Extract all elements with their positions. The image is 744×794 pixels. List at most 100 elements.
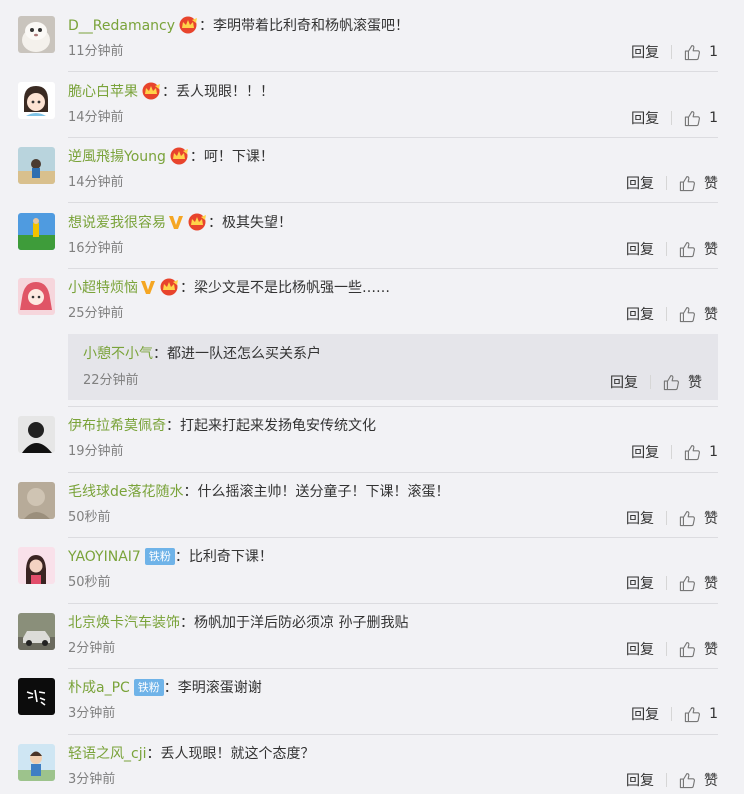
like-count: 1 [709, 110, 718, 126]
comment-time: 50秒前 [68, 575, 111, 590]
avatar[interactable] [18, 416, 55, 453]
fan-badge: 铁粉 [144, 548, 175, 565]
username-link[interactable]: 伊布拉希莫佩奇 [68, 418, 166, 434]
comment-text: ：丢人现眼！！！ [162, 84, 274, 100]
reply-button[interactable]: 回复 [626, 770, 654, 790]
reply-button[interactable]: 回复 [631, 442, 659, 462]
username-link[interactable]: 北京焕卡汽车装饰 [68, 615, 180, 631]
comment-text: ：李明带着比利奇和杨帆滚蛋吧！ [199, 18, 410, 34]
comment-divider [68, 137, 718, 138]
fan-badge: 铁粉 [133, 679, 164, 696]
thumbs-up-icon [679, 175, 695, 191]
action-divider [671, 45, 673, 59]
like-count: 赞 [688, 375, 702, 391]
comment-divider [68, 734, 718, 735]
comment-divider [68, 268, 718, 269]
username-link[interactable]: 朴成a_PC [68, 680, 130, 696]
comment-item: 脆心白苹果 ：丢人现眼！！！ 14分钟前 回复 1 [18, 82, 718, 132]
action-divider [671, 111, 673, 125]
crown-badge-icon [188, 213, 206, 231]
like-count: 赞 [704, 576, 718, 592]
avatar[interactable] [18, 613, 55, 650]
username-link[interactable]: YAOYINAI7 [68, 549, 141, 565]
avatar[interactable] [18, 16, 55, 53]
like-button[interactable]: 1 [684, 444, 718, 461]
reply-button[interactable]: 回复 [626, 173, 654, 193]
username-link[interactable]: 轻语之风_cji [68, 746, 146, 762]
avatar[interactable] [18, 213, 55, 250]
like-button[interactable]: 赞 [679, 508, 718, 528]
comment-item: 想说爱我很容易 ：极其失望！ 16分钟前 回复 赞 [18, 213, 718, 263]
comment-text: ：什么摇滚主帅！送分童子！下课！滚蛋！ [183, 484, 450, 500]
reply-button[interactable]: 回复 [631, 704, 659, 724]
avatar[interactable] [18, 744, 55, 781]
reply-button[interactable]: 回复 [626, 239, 654, 259]
like-button[interactable]: 赞 [679, 304, 718, 324]
like-button[interactable]: 赞 [679, 639, 718, 659]
reply-button[interactable]: 回复 [626, 304, 654, 324]
avatar[interactable] [18, 482, 55, 519]
vip-badge-icon [141, 281, 155, 294]
reply-button[interactable]: 回复 [626, 508, 654, 528]
comment-time: 14分钟前 [68, 175, 124, 190]
reply-button[interactable]: 回复 [631, 108, 659, 128]
username-link[interactable]: D__Redamancy [68, 18, 175, 34]
comment-text: ：梁少文是不是比杨帆强一些…… [180, 280, 390, 296]
reply-button[interactable]: 回复 [626, 639, 654, 659]
like-button[interactable]: 1 [684, 706, 718, 723]
thumbs-up-icon [684, 44, 701, 60]
comment-list: D__Redamancy ：李明带着比利奇和杨帆滚蛋吧！ 11分钟前 回复 1 脆… [0, 0, 744, 789]
comment-time: 22分钟前 [83, 373, 139, 388]
thumbs-up-icon [679, 641, 695, 657]
like-button[interactable]: 赞 [679, 573, 718, 593]
like-button[interactable]: 赞 [663, 372, 702, 392]
comment-divider [68, 406, 718, 407]
sub-reply: 小憩不小气：都进一队还怎么买关系户 22分钟前 回复 赞 [68, 334, 718, 400]
comment-time: 25分钟前 [68, 306, 124, 321]
username-link[interactable]: 逆風飛揚Young [68, 149, 166, 165]
crown-badge-icon [142, 82, 160, 100]
comment-item: 朴成a_PC 铁粉 ：李明滚蛋谢谢 3分钟前 回复 1 [18, 678, 718, 728]
like-button[interactable]: 1 [684, 44, 718, 61]
action-divider [671, 707, 673, 721]
like-button[interactable]: 赞 [679, 239, 718, 259]
comment-text: ：都进一队还怎么买关系户 [153, 346, 321, 362]
action-divider [650, 375, 651, 389]
reply-button[interactable]: 回复 [631, 42, 659, 62]
reply-button[interactable]: 回复 [626, 573, 654, 593]
like-count: 赞 [704, 176, 718, 192]
like-button[interactable]: 赞 [679, 173, 718, 193]
comment-time: 14分钟前 [68, 110, 124, 125]
reply-button[interactable]: 回复 [610, 372, 638, 392]
comment-divider [68, 71, 718, 72]
like-count: 1 [709, 444, 718, 460]
thumbs-up-icon [684, 444, 701, 460]
username-link[interactable]: 脆心白苹果 [68, 84, 138, 100]
username-link[interactable]: 小超特烦恼 [68, 280, 138, 296]
avatar[interactable] [18, 82, 55, 119]
comment-divider [68, 202, 718, 203]
comment-text: ：李明滚蛋谢谢 [163, 680, 262, 696]
avatar[interactable] [18, 147, 55, 184]
avatar[interactable] [18, 547, 55, 584]
avatar[interactable] [18, 278, 55, 315]
avatar[interactable] [18, 678, 55, 715]
crown-badge-icon [179, 16, 198, 34]
thumbs-up-icon [679, 241, 695, 257]
crown-badge-icon [160, 278, 178, 296]
comment-item: YAOYINAI7 铁粉 ：比利奇下课！ 50秒前 回复 赞 [18, 547, 718, 597]
action-divider [666, 176, 667, 190]
username-link[interactable]: 想说爱我很容易 [68, 215, 166, 231]
like-count: 1 [709, 706, 718, 722]
action-divider [666, 576, 667, 590]
comment-text: ：比利奇下课！ [174, 549, 273, 565]
thumbs-up-icon [663, 374, 679, 390]
comment-time: 19分钟前 [68, 444, 124, 459]
comment-text: ：打起来打起来发扬龟安传统文化 [166, 418, 376, 434]
username-link[interactable]: 小憩不小气 [83, 346, 153, 362]
like-button[interactable]: 赞 [679, 770, 718, 790]
username-link[interactable]: 毛线球de落花随水 [68, 484, 184, 500]
like-count: 1 [709, 44, 718, 60]
like-button[interactable]: 1 [684, 110, 718, 127]
like-count: 赞 [704, 773, 718, 789]
